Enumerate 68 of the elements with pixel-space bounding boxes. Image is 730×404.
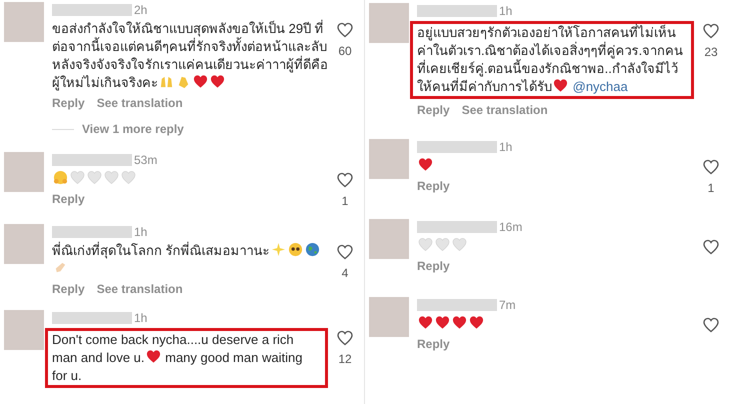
comment-text: Don't come back nycha....u deserve a rich man and love u. many good man waiting for u. (45, 328, 328, 388)
hands-icon (159, 74, 174, 89)
heart-icon (70, 170, 85, 185)
avatar-placeholder (4, 310, 44, 350)
action-link[interactable]: Reply (417, 177, 450, 195)
like-count: 1 (708, 180, 714, 197)
action-link[interactable]: Reply (52, 190, 85, 208)
heart-icon (418, 157, 433, 172)
heart-icon (104, 170, 119, 185)
like-heart-icon[interactable] (703, 239, 719, 255)
comment-time: 7m (499, 297, 516, 314)
globe-icon (304, 242, 320, 257)
sparkle-icon (270, 242, 286, 257)
action-link[interactable]: Reply (417, 101, 450, 119)
comment-time: 16m (499, 219, 522, 236)
like-heart-icon[interactable] (337, 172, 353, 188)
hand-icon (53, 260, 68, 275)
comment-text: ขอส่งกำลังใจให้ณิชาแบบสุดพลังขอให้เป็น 29ปี ที่ต่อจากนี้เจอแต่คนดีๆคนที่รักจริงทั้งต่อหน้าและลับหลังจริงจังจริงใจรักเราแค่คนเดียวนะค่าาาผู้ที่ดีคือผู้ใหม่ไม่เกินจริงคะ (52, 20, 329, 92)
action-link[interactable]: Reply (52, 280, 85, 298)
action-link[interactable]: See translation (96, 94, 183, 112)
like-count: 1 (342, 193, 348, 210)
avatar-placeholder (369, 139, 409, 179)
avatar-placeholder (369, 297, 409, 337)
comment-time: 53m (134, 152, 158, 169)
avatar-placeholder (369, 219, 409, 259)
avatar-placeholder (4, 2, 44, 42)
heart-icon (452, 237, 467, 252)
heart-icon (469, 315, 484, 330)
like-count: 12 (338, 351, 352, 368)
like-count: 60 (338, 43, 352, 60)
comment-time: 1h (499, 139, 512, 156)
heart-icon (553, 78, 568, 93)
heart-icon (210, 74, 225, 89)
action-link[interactable]: See translation (96, 280, 183, 298)
heart-icon (146, 349, 161, 364)
action-link[interactable]: Reply (52, 94, 85, 112)
action-link[interactable]: See translation (462, 101, 548, 119)
like-heart-icon[interactable] (337, 22, 353, 38)
heart-icon (435, 237, 450, 252)
action-link[interactable]: Reply (417, 335, 450, 353)
like-heart-icon[interactable] (703, 23, 719, 39)
hands-icon (176, 74, 191, 89)
heart-icon (418, 237, 433, 252)
like-count: 23 (704, 44, 718, 61)
comment-time: 1h (134, 310, 148, 327)
avatar-placeholder (4, 152, 44, 192)
heart-icon (418, 315, 433, 330)
view-replies-link[interactable]: View 1 more reply (82, 120, 184, 138)
comment-time: 1h (499, 3, 512, 20)
like-heart-icon[interactable] (703, 159, 719, 175)
mention-link[interactable]: @nychaa (572, 79, 628, 94)
heart-icon (452, 315, 467, 330)
comment-text: อยู่แบบสวยๆรักตัวเองอย่าให้โอกาสคนที่ไม่เห็นค่าในตัวเรา.ณิชาต้องได้เจอสิ่งๆๆที่คู่ควร.จากคนที่เคยเชียร์คู่.ตอนนี้ของรักณิชาพอ..กำลังใจมีไว้ให้คนที่มีค่ากับการได้รับ @nychaa (410, 21, 694, 99)
heart-icon (121, 170, 136, 185)
like-heart-icon[interactable] (337, 330, 353, 346)
comment-time: 1h (134, 224, 148, 241)
comment-text: พี่ณิเก่งที่สุดในโลกก รักพี่ณิเสมอมาานะ (52, 242, 330, 278)
comment-time: 2h (134, 2, 148, 19)
action-link[interactable]: Reply (417, 257, 450, 275)
avatar-placeholder (4, 224, 44, 264)
like-heart-icon[interactable] (703, 317, 719, 333)
like-heart-icon[interactable] (337, 244, 353, 260)
avatar-placeholder (369, 3, 409, 43)
heart-icon (87, 170, 102, 185)
like-count: 4 (342, 265, 348, 282)
heart-icon (435, 315, 450, 330)
face-icon (288, 242, 303, 257)
heart-icon (193, 74, 208, 89)
